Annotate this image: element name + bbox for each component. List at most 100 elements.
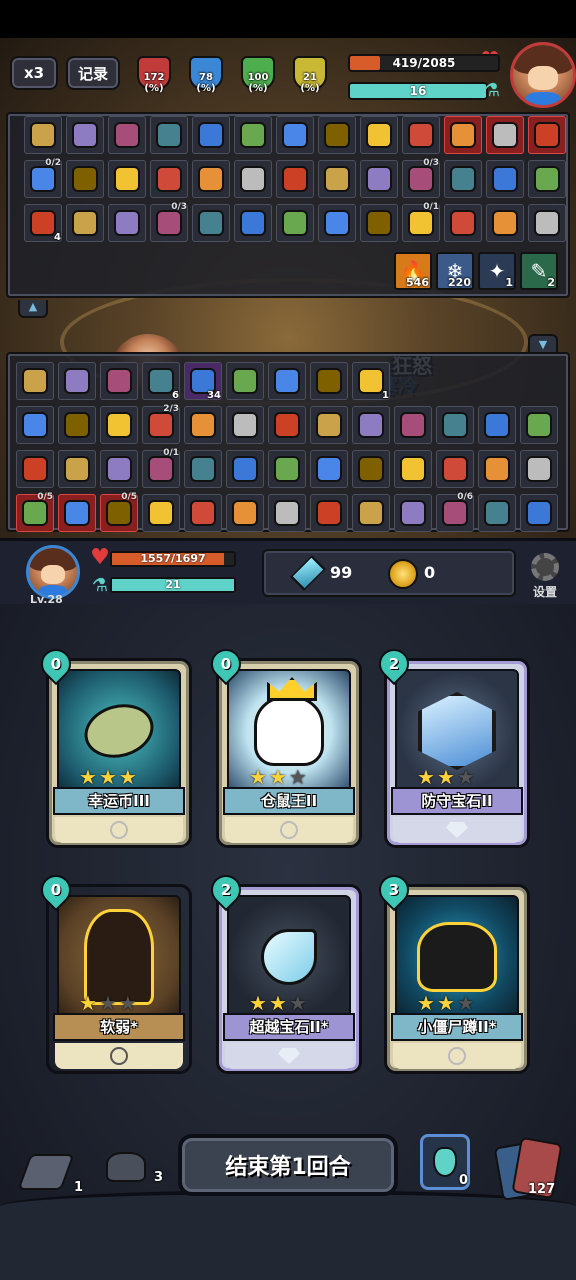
inventory-slot[interactable]: [478, 406, 516, 444]
inventory-slot[interactable]: [520, 450, 558, 488]
card[interactable]: ★ ★ ★ 防守宝石II 2: [372, 642, 530, 848]
inventory-slot[interactable]: [268, 494, 306, 532]
inventory-slot[interactable]: [184, 450, 222, 488]
inventory-slot[interactable]: [444, 160, 482, 198]
inventory-slot[interactable]: 0/5: [16, 492, 54, 532]
inventory-slot[interactable]: 0/6: [436, 492, 474, 532]
inventory-slot[interactable]: [184, 406, 222, 444]
inventory-slot[interactable]: [268, 362, 306, 400]
stat-badge[interactable]: 78 (%): [186, 56, 226, 98]
inventory-slot[interactable]: [108, 160, 146, 198]
inventory-slot[interactable]: [486, 204, 524, 242]
inventory-slot[interactable]: [100, 450, 138, 488]
inventory-slot[interactable]: [310, 406, 348, 444]
inventory-slot[interactable]: [150, 116, 188, 154]
inventory-slot[interactable]: [16, 450, 54, 488]
inventory-slot[interactable]: [394, 406, 432, 444]
inventory-slot[interactable]: 0/1: [142, 448, 180, 488]
inventory-slot[interactable]: [360, 116, 398, 154]
inventory-slot[interactable]: [310, 494, 348, 532]
inventory-slot[interactable]: 34: [184, 362, 222, 401]
inventory-slot[interactable]: [16, 406, 54, 444]
inventory-slot[interactable]: [234, 204, 272, 242]
stat-badge[interactable]: 21 (%): [290, 56, 330, 98]
settings-button[interactable]: 设置: [522, 553, 568, 603]
speed-button[interactable]: x3: [10, 56, 58, 90]
inventory-slot[interactable]: [276, 204, 314, 242]
discard-pile[interactable]: 127: [493, 1136, 564, 1202]
inventory-slot[interactable]: [352, 406, 390, 444]
inventory-slot[interactable]: [58, 406, 96, 444]
inventory-slot[interactable]: [520, 494, 558, 532]
potion-slot[interactable]: 0: [420, 1134, 470, 1190]
end-turn-button[interactable]: 结束第1回合: [178, 1134, 398, 1196]
inventory-slot[interactable]: [16, 362, 54, 400]
inventory-slot[interactable]: [24, 116, 62, 154]
inventory-slot[interactable]: 6: [142, 362, 180, 401]
card[interactable]: ★ ★ ★ 仓鼠王II 0: [204, 642, 362, 848]
inventory-slot[interactable]: [478, 494, 516, 532]
inventory-slot[interactable]: [310, 362, 348, 400]
card[interactable]: ★ ★ ★ 超越宝石II* 2: [204, 868, 362, 1074]
fire-icon[interactable]: 🔥 546: [394, 252, 432, 290]
inventory-slot[interactable]: [318, 116, 356, 154]
inventory-slot[interactable]: [58, 362, 96, 400]
inventory-slot[interactable]: [192, 160, 230, 198]
inventory-slot[interactable]: [528, 116, 566, 154]
exhaust-pile[interactable]: 3: [102, 1140, 163, 1194]
draw-pile[interactable]: 1: [16, 1150, 83, 1195]
inventory-slot[interactable]: [150, 160, 188, 198]
scroll-icon[interactable]: ✎ 2: [520, 252, 558, 290]
inventory-slot[interactable]: [402, 116, 440, 154]
inventory-slot[interactable]: [234, 160, 272, 198]
inventory-slot[interactable]: [276, 116, 314, 154]
collapse-enemy-panel-button[interactable]: ▲: [18, 300, 48, 318]
inventory-slot[interactable]: [226, 362, 264, 400]
inventory-slot[interactable]: [66, 160, 104, 198]
snowflake-icon[interactable]: ❄ 220: [436, 252, 474, 290]
inventory-slot[interactable]: [486, 160, 524, 198]
inventory-slot[interactable]: [142, 494, 180, 532]
inventory-slot[interactable]: 0/1: [402, 202, 440, 242]
inventory-slot[interactable]: [66, 116, 104, 154]
inventory-slot[interactable]: [100, 406, 138, 444]
inventory-slot[interactable]: [318, 160, 356, 198]
inventory-slot[interactable]: [276, 160, 314, 198]
inventory-slot[interactable]: [436, 450, 474, 488]
inventory-slot[interactable]: [310, 450, 348, 488]
enemy-avatar[interactable]: [510, 42, 576, 108]
inventory-slot[interactable]: [66, 204, 104, 242]
inventory-slot[interactable]: [58, 450, 96, 488]
inventory-slot[interactable]: [352, 450, 390, 488]
inventory-slot[interactable]: [58, 494, 96, 532]
inventory-slot[interactable]: [360, 160, 398, 198]
inventory-slot[interactable]: [360, 204, 398, 242]
inventory-slot[interactable]: [108, 116, 146, 154]
inventory-slot[interactable]: [192, 204, 230, 242]
inventory-slot[interactable]: [444, 116, 482, 154]
inventory-slot[interactable]: 0/3: [150, 202, 188, 242]
inventory-slot[interactable]: [318, 204, 356, 242]
inventory-slot[interactable]: [394, 494, 432, 532]
inventory-slot[interactable]: [226, 450, 264, 488]
inventory-slot[interactable]: [268, 450, 306, 488]
inventory-slot[interactable]: 4: [24, 204, 62, 243]
inventory-slot[interactable]: [444, 204, 482, 242]
inventory-slot[interactable]: [394, 450, 432, 488]
inventory-slot[interactable]: [528, 204, 566, 242]
inventory-slot[interactable]: [192, 116, 230, 154]
inventory-slot[interactable]: [100, 362, 138, 400]
inventory-slot[interactable]: [226, 406, 264, 444]
inventory-slot[interactable]: 2/3: [142, 404, 180, 444]
inventory-slot[interactable]: 1: [352, 362, 390, 401]
inventory-slot[interactable]: 0/3: [402, 158, 440, 198]
inventory-slot[interactable]: [184, 494, 222, 532]
lightning-icon[interactable]: ✦ 1: [478, 252, 516, 290]
stat-badge[interactable]: 100 (%): [238, 56, 278, 98]
inventory-slot[interactable]: [528, 160, 566, 198]
card[interactable]: ★ ★ ★ 软弱* 0: [34, 868, 192, 1074]
inventory-slot[interactable]: [108, 204, 146, 242]
record-button[interactable]: 记录: [66, 56, 120, 90]
inventory-slot[interactable]: [234, 116, 272, 154]
inventory-slot[interactable]: [436, 406, 474, 444]
